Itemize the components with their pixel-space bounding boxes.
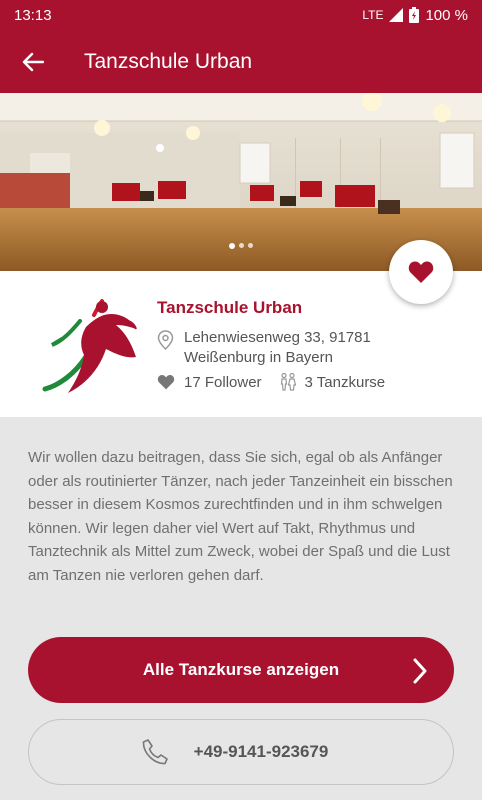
heart-icon [157, 374, 175, 390]
courses-stat: 3 Tanzkurse [280, 373, 386, 391]
all-courses-label: Alle Tanzkurse anzeigen [142, 660, 340, 679]
heart-icon [408, 261, 434, 283]
status-bar: 13:13 LTE 100 % [0, 0, 482, 30]
school-logo [42, 299, 137, 393]
back-arrow-icon [22, 52, 44, 71]
school-address[interactable]: Lehenwiesenweg 33, 91781 Weißenburg in B… [157, 328, 371, 368]
back-button[interactable] [0, 30, 66, 93]
phone-number: +49-9141-923679 [193, 742, 329, 761]
school-description: Wir wollen dazu beitragen, dass Sie sich… [28, 449, 453, 584]
page-title: Tanzschule Urban [84, 49, 253, 73]
couple-icon [280, 373, 296, 391]
status-time: 13:13 [14, 6, 52, 24]
app-bar: 13:13 LTE 100 % Tanzschule Urban [0, 0, 482, 93]
battery-icon [409, 7, 420, 23]
address-line2: Weißenburg in Bayern [184, 349, 333, 366]
school-name: Tanzschule Urban [157, 298, 303, 317]
signal-icon [389, 8, 404, 22]
address-line1: Lehenwiesenweg 33, 91781 [184, 329, 371, 346]
all-courses-button[interactable]: Alle Tanzkurse anzeigen [28, 637, 454, 703]
battery-level: 100 % [425, 6, 468, 24]
phone-icon [142, 739, 168, 765]
phone-button[interactable]: +49-9141-923679 [28, 719, 454, 785]
toolbar: Tanzschule Urban [0, 30, 482, 93]
followers-stat: 17 Follower [157, 374, 262, 391]
chevron-right-icon [413, 658, 427, 684]
favorite-button[interactable] [389, 240, 453, 304]
carousel-dot[interactable] [248, 243, 253, 248]
location-pin-icon [157, 330, 174, 350]
followers-count: 17 Follower [184, 373, 262, 391]
network-label: LTE [362, 8, 384, 22]
carousel-dot[interactable] [239, 243, 244, 248]
courses-count: 3 Tanzkurse [304, 373, 386, 391]
carousel-dot[interactable] [229, 243, 235, 249]
school-stats: 17 Follower 3 Tanzkurse [157, 373, 385, 391]
